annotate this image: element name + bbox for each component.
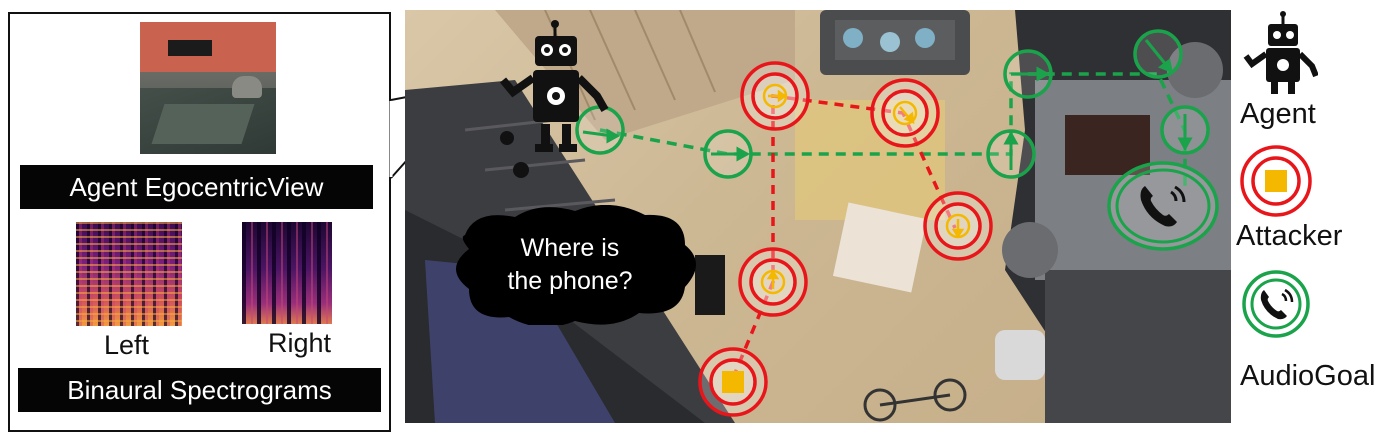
speech-bubble-text: Where is the phone? — [507, 234, 633, 295]
egocentric-view-label: Agent EgocentricView — [20, 165, 373, 209]
right-spectrogram — [242, 222, 332, 324]
legend-audiogoal-label: AudioGoal — [1240, 360, 1376, 392]
legend-attacker-label: Attacker — [1236, 220, 1343, 252]
scene-topdown-view: Where is the phone? — [405, 10, 1231, 423]
legend-agent-icon — [1243, 11, 1318, 94]
agent-robot-icon — [499, 20, 609, 178]
legend-audiogoal-icon — [1242, 270, 1310, 338]
right-spectrogram-label: Right — [268, 328, 332, 358]
egocentric-view-image — [140, 22, 276, 154]
left-spectrogram — [76, 222, 182, 326]
audio-goal-marker — [1107, 161, 1219, 251]
left-spectrogram-label: Left — [104, 330, 150, 360]
binaural-spectrograms-label: Binaural Spectrograms — [18, 368, 381, 412]
legend-attacker-icon — [1240, 145, 1312, 217]
legend-agent-label: Agent — [1240, 98, 1316, 130]
